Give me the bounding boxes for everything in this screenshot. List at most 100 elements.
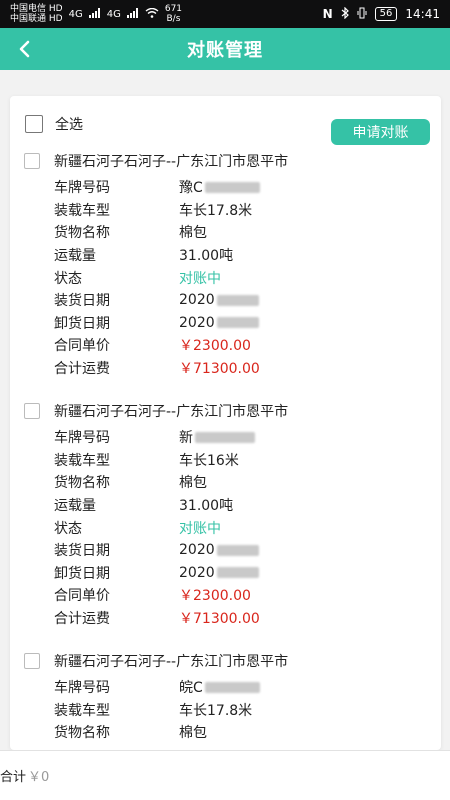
field-label: 装载车型 [54, 452, 110, 469]
field-vehicle-type: 装载车型 车长17.8米 [54, 199, 428, 222]
nfc-icon: N [322, 7, 333, 21]
field-label: 装货日期 [54, 293, 110, 310]
order-checkbox[interactable] [24, 653, 40, 669]
vehicle-type-value: 车长16米 [179, 452, 239, 469]
order-item: 新疆石河子石河子--广东江门市恩平市 车牌号码 皖C 装载车型 车长17.8米 货物… [24, 650, 428, 744]
redacted-mark [204, 181, 260, 193]
unit-price-value: ￥2300.00 [179, 338, 251, 355]
field-plate: 车牌号码 豫C [54, 176, 428, 199]
field-label: 装载车型 [54, 202, 110, 219]
bluetooth-icon [341, 6, 349, 22]
field-unload-date: 卸货日期 2020 [54, 562, 428, 585]
cargo-value: 棉包 [179, 475, 207, 492]
reconciliation-card: 全选 申请对账 新疆石河子石河子--广东江门市恩平市 车牌号码 豫C 装载车型 车长… [10, 96, 441, 750]
redacted-mark [216, 294, 259, 306]
field-label: 运载量 [54, 498, 96, 515]
field-label: 合同单价 [54, 338, 110, 355]
plate-value: 皖C [179, 680, 203, 697]
redacted-mark [216, 317, 259, 329]
field-label: 车牌号码 [54, 180, 110, 197]
field-label: 运载量 [54, 248, 96, 265]
net-speed: 671 B/s [165, 4, 182, 24]
field-label: 状态 [54, 520, 82, 537]
field-cargo: 货物名称 棉包 [54, 221, 428, 244]
hd-badge-1: HD [48, 4, 63, 14]
carrier-1: 中国电信 [10, 4, 47, 14]
status-bar: 中国电信 HD 中国联通 HD 4G 4G 671 B/s N 56 14:41 [0, 0, 450, 28]
order-header: 新疆石河子石河子--广东江门市恩平市 [24, 400, 428, 422]
field-label: 装货日期 [54, 543, 110, 560]
order-checkbox[interactable] [24, 153, 40, 169]
order-route: 新疆石河子石河子--广东江门市恩平市 [54, 654, 289, 670]
status-bar-left: 中国电信 HD 中国联通 HD 4G 4G 671 B/s [10, 4, 182, 24]
field-label: 卸货日期 [54, 565, 110, 582]
select-all-row[interactable]: 全选 [25, 114, 83, 134]
field-label: 车牌号码 [54, 680, 110, 697]
app-bar: 对账管理 [0, 28, 450, 70]
back-arrow-icon[interactable] [10, 35, 38, 63]
field-unload-date: 卸货日期 2020 [54, 312, 428, 335]
order-item: 新疆石河子石河子--广东江门市恩平市 车牌号码 新 装载车型 车长16米 货物名称 棉… [24, 400, 428, 629]
bottom-total-bar: 合计 ￥0 [0, 750, 450, 800]
field-load-date: 装货日期 2020 [54, 289, 428, 312]
status-value: 对账中 [179, 520, 221, 537]
cargo-value: 棉包 [179, 225, 207, 242]
unit-price-value: ￥2300.00 [179, 588, 251, 605]
signal-icon-2 [126, 7, 139, 21]
order-header: 新疆石河子石河子--广东江门市恩平市 [24, 650, 428, 672]
field-vehicle-type: 装载车型 车长16米 [54, 449, 428, 472]
field-label: 装载车型 [54, 702, 110, 719]
net-speed-value: 671 [164, 4, 183, 14]
field-cargo: 货物名称 棉包 [54, 471, 428, 494]
field-status: 状态 对账中 [54, 516, 428, 539]
field-label: 货物名称 [54, 225, 110, 242]
unload-date-value: 2020 [179, 564, 215, 581]
vehicle-type-value: 车长17.8米 [179, 202, 253, 219]
order-fields: 车牌号码 皖C 装载车型 车长17.8米 货物名称 棉包 [54, 676, 428, 744]
cargo-value: 棉包 [179, 725, 207, 742]
total-freight-value: ￥71300.00 [179, 611, 260, 628]
quantity-value: 31.00吨 [179, 248, 234, 265]
field-unit-price: 合同单价 ￥2300.00 [54, 334, 428, 357]
apply-reconciliation-button[interactable]: 申请对账 [331, 119, 430, 145]
field-total-freight: 合计运费 ￥71300.00 [54, 607, 428, 630]
order-fields: 车牌号码 豫C 装载车型 车长17.8米 货物名称 棉包 运载量 31.00吨 状态 对账… [54, 176, 428, 379]
content-area[interactable]: 全选 申请对账 新疆石河子石河子--广东江门市恩平市 车牌号码 豫C 装载车型 车长… [0, 70, 450, 750]
load-date-value: 2020 [179, 292, 215, 309]
plate-value: 豫C [179, 180, 203, 197]
field-cargo: 货物名称 棉包 [54, 721, 428, 744]
page-title: 对账管理 [187, 40, 263, 61]
total-value: ￥0 [28, 770, 50, 785]
redacted-mark [195, 431, 255, 443]
load-date-value: 2020 [179, 542, 215, 559]
field-label: 合计运费 [54, 611, 110, 628]
order-route: 新疆石河子石河子--广东江门市恩平市 [54, 404, 289, 420]
field-load-date: 装货日期 2020 [54, 539, 428, 562]
field-vehicle-type: 装载车型 车长17.8米 [54, 699, 428, 722]
field-plate: 车牌号码 新 [54, 426, 428, 449]
field-label: 车牌号码 [54, 430, 110, 447]
status-bar-right: N 56 14:41 [322, 6, 440, 22]
order-route: 新疆石河子石河子--广东江门市恩平市 [54, 154, 289, 170]
hd-badge-2: HD [48, 14, 63, 24]
select-all-label[interactable]: 全选 [55, 114, 83, 134]
total-freight-value: ￥71300.00 [179, 361, 260, 378]
total-label: 合计 [0, 770, 27, 785]
status-value: 对账中 [179, 270, 221, 287]
field-label: 合同单价 [54, 588, 110, 605]
field-quantity: 运载量 31.00吨 [54, 244, 428, 267]
clock: 14:41 [405, 7, 440, 21]
field-quantity: 运载量 31.00吨 [54, 494, 428, 517]
order-header: 新疆石河子石河子--广东江门市恩平市 [24, 150, 428, 172]
select-all-checkbox[interactable] [25, 115, 43, 133]
redacted-mark [216, 544, 259, 556]
quantity-value: 31.00吨 [179, 498, 234, 515]
order-checkbox[interactable] [24, 403, 40, 419]
carrier-info: 中国电信 HD 中国联通 HD [10, 4, 63, 24]
redacted-mark [216, 567, 259, 579]
field-total-freight: 合计运费 ￥71300.00 [54, 357, 428, 380]
network-type-1: 4G [68, 8, 83, 20]
field-label: 卸货日期 [54, 315, 110, 332]
carrier-2: 中国联通 [10, 14, 47, 24]
field-label: 货物名称 [54, 725, 110, 742]
